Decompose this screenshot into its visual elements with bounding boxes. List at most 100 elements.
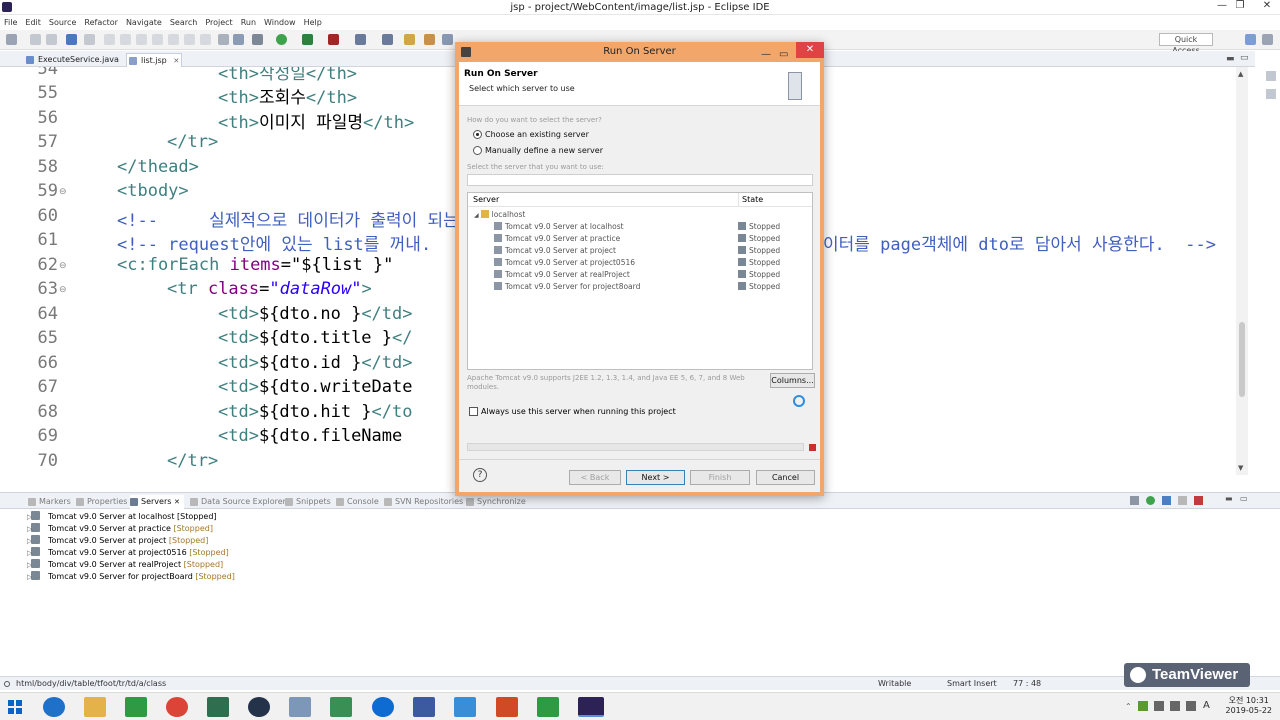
expand-icon[interactable]: ▷ (27, 571, 32, 583)
checkbox-icon[interactable] (469, 407, 478, 416)
expand-icon[interactable]: ▷ (27, 547, 32, 559)
server-row[interactable]: Tomcat v9.0 Server at project0516 (494, 257, 635, 269)
remote-desktop-icon[interactable] (289, 697, 311, 717)
run-last-icon[interactable] (302, 34, 313, 45)
server-row[interactable]: Tomcat v9.0 Server at localhost (494, 221, 624, 233)
maximize-panel-icon[interactable]: ▭ (1240, 494, 1248, 503)
server-item[interactable]: ▷ Tomcat v9.0 Server at project0516 [Stop… (27, 547, 229, 559)
menu-help[interactable]: Help (300, 15, 326, 30)
skip-breakpoints-icon[interactable] (84, 34, 95, 45)
step-return-icon[interactable] (200, 34, 211, 45)
stop-progress-icon[interactable] (809, 444, 816, 451)
menu-project[interactable]: Project (201, 15, 236, 30)
terminal-icon[interactable] (66, 34, 77, 45)
step-over-icon[interactable] (184, 34, 195, 45)
outline-icon[interactable] (1266, 71, 1276, 81)
tab-svn-repositories[interactable]: SVN Repositories (384, 495, 463, 508)
back-button[interactable]: < Back (569, 470, 621, 485)
always-use-checkbox[interactable]: Always use this server when running this… (469, 407, 676, 416)
server-item[interactable]: ▷ Tomcat v9.0 Server at project [Stopped] (27, 535, 208, 547)
package-icon[interactable] (424, 34, 435, 45)
quick-access-input[interactable]: Quick Access (1159, 33, 1213, 55)
expand-icon[interactable]: ▷ (27, 511, 32, 523)
tab-list-jsp[interactable]: list.jsp ✕ (126, 53, 182, 67)
minimize-button[interactable]: — (1213, 0, 1231, 14)
dialog-close-button[interactable]: ✕ (796, 42, 824, 58)
minimize-editor-icon[interactable]: ▬ (1226, 54, 1235, 64)
internet-explorer-icon[interactable] (43, 697, 65, 717)
notepad-icon[interactable] (454, 697, 476, 717)
chrome-icon[interactable] (166, 697, 188, 717)
menu-source[interactable]: Source (45, 15, 80, 30)
choose-existing-radio[interactable]: Choose an existing server (473, 130, 589, 139)
store-icon[interactable] (125, 697, 147, 717)
search-icon[interactable] (442, 34, 453, 45)
server-row[interactable]: Tomcat v9.0 Server at practice (494, 233, 620, 245)
ime-icon[interactable]: A (1203, 700, 1210, 711)
columns-button[interactable]: Columns... (770, 373, 815, 388)
network-icon[interactable] (413, 697, 435, 717)
menu-navigate[interactable]: Navigate (122, 15, 166, 30)
menu-search[interactable]: Search (166, 15, 201, 30)
profile-server-icon[interactable] (1178, 496, 1187, 505)
terminate-icon[interactable] (136, 34, 147, 45)
server-row[interactable]: Tomcat v9.0 Server at project (494, 245, 616, 257)
clock[interactable]: 오전 10:31 2019-05-22 (1226, 696, 1273, 716)
tab-markers[interactable]: Markers (28, 495, 71, 508)
fold-toggle-icon[interactable]: ⊖ (59, 187, 67, 197)
define-new-radio[interactable]: Manually define a new server (473, 146, 603, 155)
debug-server-icon[interactable] (1162, 496, 1171, 505)
teamviewer-taskbar-icon[interactable] (372, 697, 394, 717)
server-table[interactable]: Server State ◢ localhost Tomcat v9.0 Serv… (467, 192, 813, 370)
file-explorer-icon[interactable] (84, 697, 106, 717)
collapse-all-icon[interactable] (1130, 496, 1139, 505)
next-button[interactable]: Next > (626, 470, 685, 485)
terminal-app-icon[interactable] (330, 697, 352, 717)
debug-icon[interactable] (252, 34, 263, 45)
external-tools-icon[interactable] (328, 34, 339, 45)
tab-console[interactable]: Console (336, 495, 379, 508)
app-icon[interactable] (207, 697, 229, 717)
disconnect-icon[interactable] (152, 34, 163, 45)
tab-execute-service[interactable]: ExecuteService.java (24, 53, 122, 67)
editor-scrollbar[interactable]: ▲ ▼ (1236, 67, 1248, 475)
minimize-panel-icon[interactable]: ▬ (1225, 494, 1233, 503)
save-all-icon[interactable] (46, 34, 57, 45)
step-into-icon[interactable] (168, 34, 179, 45)
scroll-down-icon[interactable]: ▼ (1238, 464, 1243, 472)
fold-toggle-icon[interactable]: ⊖ (59, 261, 67, 271)
server-row[interactable]: Tomcat v9.0 Server for project8oard (494, 281, 640, 293)
tray-volume-icon[interactable] (1186, 701, 1196, 711)
tray-pen-icon[interactable] (1138, 701, 1148, 711)
scroll-up-icon[interactable]: ▲ (1238, 70, 1243, 78)
server-item[interactable]: ▷ Tomcat v9.0 Server at localhost [Stoppe… (27, 511, 217, 523)
server-row[interactable]: Tomcat v9.0 Server at realProject (494, 269, 630, 281)
scrollbar-thumb[interactable] (1239, 322, 1245, 397)
start-button[interactable] (5, 697, 25, 717)
media-icon[interactable] (248, 697, 270, 717)
drop-to-frame-icon[interactable] (218, 34, 229, 45)
expand-icon[interactable]: ▷ (27, 559, 32, 571)
use-step-filters-icon[interactable] (233, 34, 244, 45)
tray-monitor-icon[interactable] (1170, 701, 1180, 711)
run-icon[interactable] (276, 34, 287, 45)
menu-edit[interactable]: Edit (21, 15, 45, 30)
stop-server-icon[interactable] (1194, 496, 1203, 505)
new-icon[interactable] (6, 34, 17, 45)
tab-snippets[interactable]: Snippets (285, 495, 331, 508)
cancel-button[interactable]: Cancel (756, 470, 815, 485)
save-icon[interactable] (30, 34, 41, 45)
eclipse-taskbar-icon[interactable] (578, 697, 604, 717)
server-item[interactable]: ▷ Tomcat v9.0 Server at realProject [Stop… (27, 559, 223, 571)
server-item[interactable]: ▷ Tomcat v9.0 Server at practice [Stopped… (27, 523, 213, 535)
menu-refactor[interactable]: Refactor (80, 15, 122, 30)
expand-icon[interactable]: ▷ (27, 523, 32, 535)
column-server[interactable]: Server (473, 193, 499, 207)
new-server-icon[interactable] (355, 34, 366, 45)
menu-window[interactable]: Window (260, 15, 300, 30)
maximize-editor-icon[interactable]: ▭ (1240, 53, 1249, 63)
tab-properties[interactable]: Properties (76, 495, 127, 508)
open-type-icon[interactable] (382, 34, 393, 45)
recorder-icon[interactable] (537, 697, 559, 717)
column-state[interactable]: State (738, 193, 763, 207)
